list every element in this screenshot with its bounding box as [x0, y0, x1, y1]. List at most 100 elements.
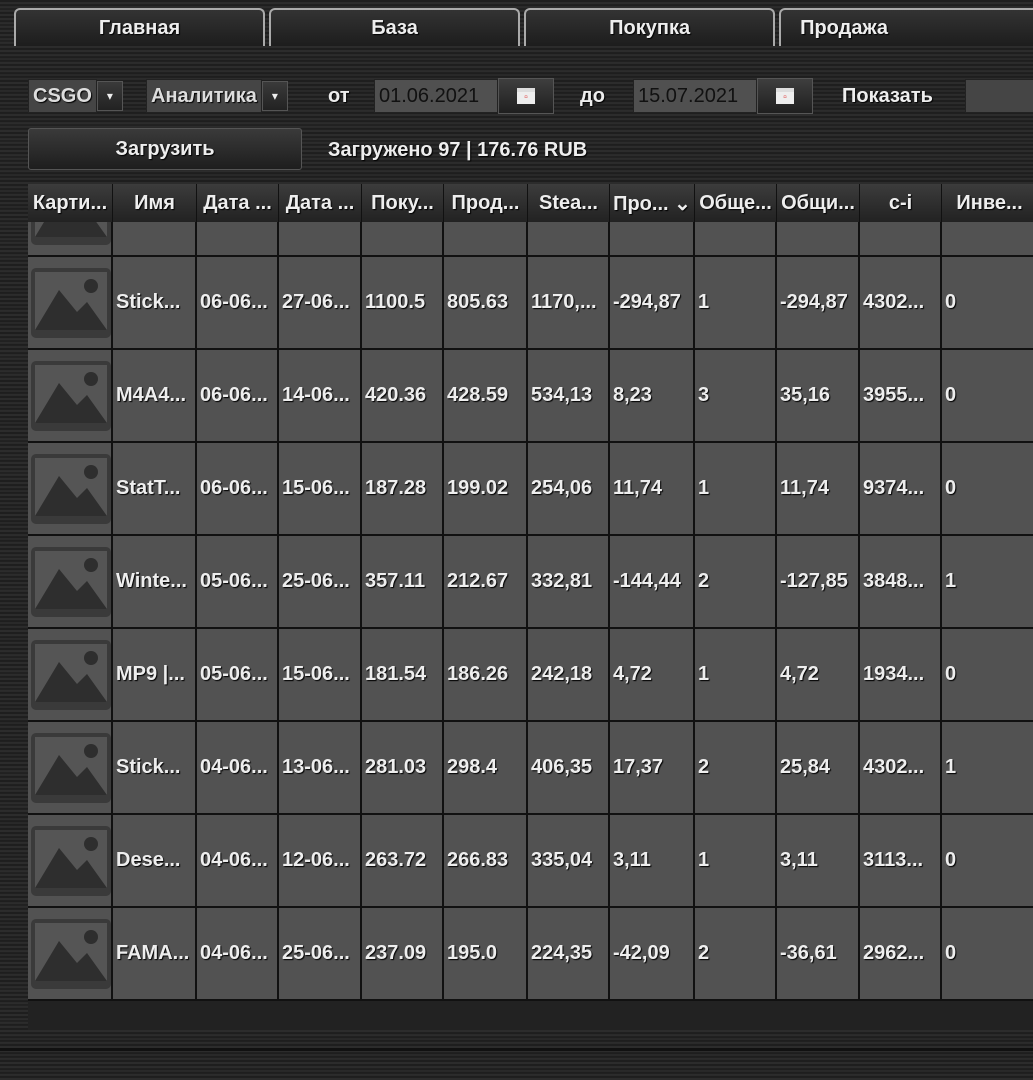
- table-cell: -42,09: [610, 908, 695, 999]
- table-cell: 35,16: [777, 350, 860, 441]
- column-header[interactable]: Инве...: [942, 184, 1033, 222]
- table-cell: 4,72: [777, 629, 860, 720]
- table-cell: -36,61: [777, 908, 860, 999]
- table-cell: 2: [695, 908, 777, 999]
- mode-value: Аналитика: [146, 79, 262, 113]
- table-cell: 2: [695, 722, 777, 813]
- column-header[interactable]: Общи...: [777, 184, 860, 222]
- column-header[interactable]: Про... ⌄: [610, 184, 695, 222]
- table-cell: -294,87: [777, 257, 860, 348]
- table-cell: 04-06...: [197, 722, 279, 813]
- table-cell: 224,35: [528, 908, 610, 999]
- table-cell: 4302...: [860, 257, 942, 348]
- table-cell: 1: [695, 629, 777, 720]
- table-cell: FAMA...: [113, 908, 197, 999]
- to-date-input[interactable]: 15.07.2021: [633, 79, 757, 113]
- table-cell: 3,11: [777, 815, 860, 906]
- tab-sale[interactable]: Продажа: [779, 8, 1033, 46]
- table-cell: 263.72: [362, 815, 444, 906]
- table-cell: Dese...: [113, 815, 197, 906]
- table-cell: Winte...: [113, 536, 197, 627]
- table-cell: 254,06: [528, 443, 610, 534]
- tab-base[interactable]: База: [269, 8, 521, 46]
- table-cell: 06-06...: [197, 443, 279, 534]
- column-header[interactable]: Прод...: [444, 184, 528, 222]
- table-cell: 0: [942, 908, 1033, 999]
- table-cell: Stick...: [113, 722, 197, 813]
- table-cell: 17,37: [610, 722, 695, 813]
- mode-select[interactable]: Аналитика ▾: [146, 79, 288, 113]
- table-cell: 1934...: [860, 629, 942, 720]
- tab-purchase[interactable]: Покупка: [524, 8, 776, 46]
- column-header[interactable]: Stea...: [528, 184, 610, 222]
- item-image-cell: [28, 257, 113, 348]
- from-label: от: [328, 84, 350, 107]
- table-row[interactable]: Stick... 06-06... 27-06... 1100.5 805.63 1170…: [28, 257, 1033, 350]
- table-cell: 335,04: [528, 815, 610, 906]
- column-header[interactable]: Дата ...: [279, 184, 362, 222]
- chevron-down-icon[interactable]: ▾: [96, 81, 123, 111]
- to-date-picker[interactable]: 15.07.2021 ▫: [633, 78, 813, 114]
- table-cell: 4302...: [860, 722, 942, 813]
- table-row[interactable]: FAMA... 04-06... 25-06... 237.09 195.0 224,35…: [28, 908, 1033, 1001]
- table-cell: 0: [942, 815, 1033, 906]
- tab-home[interactable]: Главная: [14, 8, 266, 46]
- table-cell: 1170,...: [528, 257, 610, 348]
- table-row[interactable]: MP9 |... 05-06... 15-06... 181.54 186.26 242,…: [28, 629, 1033, 722]
- table-cell: 06-06...: [197, 350, 279, 441]
- table-cell: 25-06...: [279, 908, 362, 999]
- from-date-picker[interactable]: 01.06.2021 ▫: [374, 78, 554, 114]
- table-cell: 2962...: [860, 908, 942, 999]
- table-cell: 3955...: [860, 350, 942, 441]
- table-row[interactable]: StatT... 06-06... 15-06... 187.28 199.02 254,…: [28, 443, 1033, 536]
- table-cell: 332,81: [528, 536, 610, 627]
- table-cell: 3113...: [860, 815, 942, 906]
- table-cell: 1: [695, 257, 777, 348]
- item-image-cell: [28, 443, 113, 534]
- item-image-cell: [28, 815, 113, 906]
- item-image-cell: [28, 722, 113, 813]
- table-cell: StatT...: [113, 443, 197, 534]
- table-cell: 15-06...: [279, 629, 362, 720]
- column-header[interactable]: Обще...: [695, 184, 777, 222]
- table-cell: 06-06...: [197, 257, 279, 348]
- table-cell: 8,23: [610, 350, 695, 441]
- image-placeholder-icon: [31, 546, 111, 617]
- image-placeholder-icon: [31, 732, 111, 803]
- table-row[interactable]: M4A4... 06-06... 14-06... 420.36 428.59 534,1…: [28, 350, 1033, 443]
- table-cell: 805.63: [444, 257, 528, 348]
- table-cell: -144,44: [610, 536, 695, 627]
- column-header[interactable]: Имя: [113, 184, 197, 222]
- column-header[interactable]: c-i: [860, 184, 942, 222]
- table-cell: 3848...: [860, 536, 942, 627]
- table-cell: 298.4: [444, 722, 528, 813]
- table-cell: 0: [942, 443, 1033, 534]
- table-row[interactable]: Stick... 04-06... 13-06... 281.03 298.4 406,3…: [28, 722, 1033, 815]
- show-button[interactable]: [965, 79, 1033, 113]
- show-label: Показать: [842, 84, 933, 107]
- column-header[interactable]: Карти...: [28, 184, 113, 222]
- table-cell: 13-06...: [279, 722, 362, 813]
- item-image-cell: [28, 536, 113, 627]
- game-select[interactable]: CSGO ▾: [28, 79, 123, 113]
- chevron-down-icon[interactable]: ▾: [261, 81, 288, 111]
- table-cell: 14-06...: [279, 350, 362, 441]
- image-placeholder-icon: [31, 825, 111, 896]
- table-row[interactable]: Winte... 05-06... 25-06... 357.11 212.67 332,…: [28, 536, 1033, 629]
- table-cell: 27-06...: [279, 257, 362, 348]
- load-button[interactable]: Загрузить: [28, 128, 302, 170]
- table-cell: MP9 |...: [113, 629, 197, 720]
- from-date-input[interactable]: 01.06.2021: [374, 79, 498, 113]
- column-header[interactable]: Дата ...: [197, 184, 279, 222]
- table-cell: 186.26: [444, 629, 528, 720]
- item-image-cell: [28, 629, 113, 720]
- table-cell: 3: [695, 350, 777, 441]
- table-cell: 420.36: [362, 350, 444, 441]
- calendar-icon[interactable]: ▫: [498, 78, 554, 114]
- calendar-icon[interactable]: ▫: [757, 78, 813, 114]
- table-body: M4A1...06-06...27-06...569.41530.88619,5…: [28, 184, 1033, 1001]
- table-row[interactable]: Dese... 04-06... 12-06... 263.72 266.83 335,0…: [28, 815, 1033, 908]
- table-cell: 04-06...: [197, 908, 279, 999]
- item-image-cell: [28, 908, 113, 999]
- column-header[interactable]: Поку...: [362, 184, 444, 222]
